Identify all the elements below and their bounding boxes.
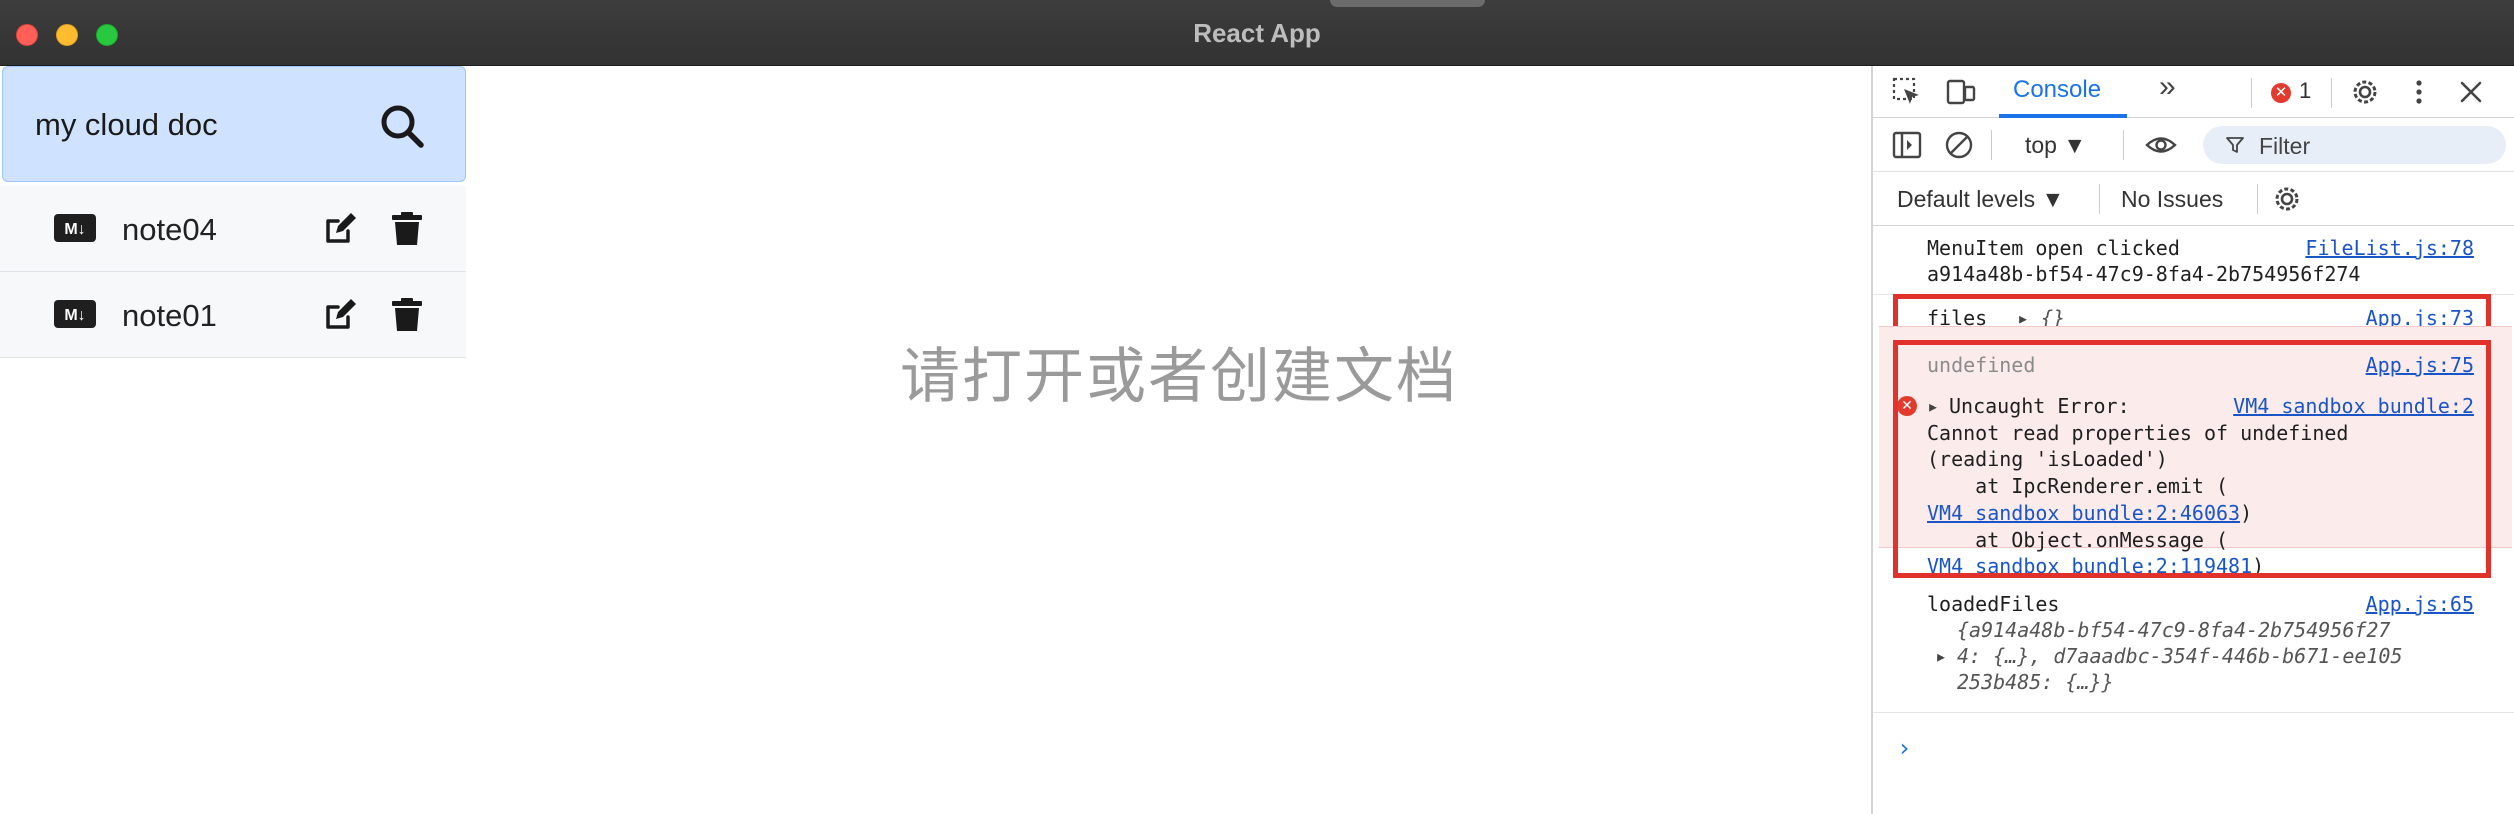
tab-console[interactable]: Console xyxy=(2013,76,2101,104)
log-text: MenuItem open clicked xyxy=(1927,236,2180,260)
empty-state-message: 请打开或者创建文档 xyxy=(900,342,1458,412)
filter-icon xyxy=(2226,137,2244,153)
svg-text:M↓: M↓ xyxy=(64,221,85,238)
message-divider xyxy=(1873,712,2514,713)
highlight-box xyxy=(1893,340,2491,578)
trash-icon[interactable] xyxy=(390,297,424,333)
markdown-icon: M↓ xyxy=(54,300,96,328)
log-text: a914a48b-bf54-47c9-8fa4-2b754956f274 xyxy=(1927,262,2361,286)
context-select[interactable]: top ▼ xyxy=(2025,132,2086,159)
log-value: 4: {…}, d7aaadbc-354f-446b-b671-ee105 xyxy=(1957,644,2403,668)
error-count[interactable]: 1 xyxy=(2299,78,2311,104)
toolbar-divider xyxy=(2331,78,2332,108)
source-link[interactable]: App.js:65 xyxy=(2366,592,2474,616)
file-name[interactable]: note04 xyxy=(122,212,217,248)
error-icon: ✕ xyxy=(2271,83,2291,103)
device-toolbar-icon[interactable] xyxy=(1945,76,1977,108)
close-icon[interactable] xyxy=(2455,76,2487,108)
sidebar-toggle-icon[interactable] xyxy=(1891,129,1923,161)
log-levels-select[interactable]: Default levels ▼ xyxy=(1897,186,2064,213)
file-name[interactable]: note01 xyxy=(122,298,217,334)
window-titlebar: React App xyxy=(0,0,2514,66)
clear-console-icon[interactable] xyxy=(1943,129,1975,161)
console-settings-bar: Default levels ▼ No Issues xyxy=(1873,172,2514,226)
file-list: M↓ note04 M↓ note01 xyxy=(0,186,466,358)
window-notch xyxy=(1330,0,1485,7)
edit-icon[interactable] xyxy=(322,297,358,333)
app-title: my cloud doc xyxy=(35,107,218,142)
trash-icon[interactable] xyxy=(390,211,424,247)
toolbar-divider xyxy=(2251,78,2252,108)
file-item[interactable]: M↓ note04 xyxy=(0,186,466,272)
search-icon[interactable] xyxy=(379,103,425,149)
log-text: loadedFiles xyxy=(1927,592,2060,616)
markdown-icon: M↓ xyxy=(54,214,96,242)
inspect-element-icon[interactable] xyxy=(1891,76,1923,108)
toolbar-divider xyxy=(1991,130,1992,160)
console-message: MenuItem open clicked FileList.js:78 a91… xyxy=(1873,236,2514,290)
console-settings-icon[interactable] xyxy=(2271,183,2303,215)
toolbar-divider xyxy=(2123,130,2124,160)
kebab-menu-icon[interactable] xyxy=(2403,76,2435,108)
app-pane: my cloud doc M↓ note04 M↓ note01 请打开或者创建… xyxy=(0,66,1871,814)
eye-icon[interactable] xyxy=(2145,129,2177,161)
filter-input[interactable]: Filter xyxy=(2203,126,2506,164)
console-toolbar: top ▼ Filter xyxy=(1873,118,2514,172)
more-tabs-button[interactable]: » xyxy=(2159,70,2176,104)
issues-button[interactable]: No Issues xyxy=(2121,186,2223,213)
devtools-panel: Console » ✕ 1 top ▼ Filter Default level… xyxy=(1871,66,2514,814)
file-item[interactable]: M↓ note01 xyxy=(0,272,466,358)
console-output: MenuItem open clicked FileList.js:78 a91… xyxy=(1873,226,2514,814)
search-bar: my cloud doc xyxy=(2,66,466,182)
window-title: React App xyxy=(1193,18,1321,48)
log-value: {a914a48b-bf54-47c9-8fa4-2b754956f27 xyxy=(1957,618,2391,642)
svg-text:M↓: M↓ xyxy=(64,307,85,324)
toolbar-divider xyxy=(2257,184,2258,214)
console-prompt[interactable]: › xyxy=(1897,734,1911,762)
filter-placeholder: Filter xyxy=(2259,133,2311,159)
toolbar-divider xyxy=(2099,184,2100,214)
edit-icon[interactable] xyxy=(322,211,358,247)
source-link[interactable]: FileList.js:78 xyxy=(2305,236,2474,260)
console-message: loadedFiles App.js:65 {a914a48b-bf54-47c… xyxy=(1873,592,2514,702)
gear-icon[interactable] xyxy=(2349,76,2381,108)
expand-triangle-icon[interactable]: ▸ xyxy=(1935,644,1947,668)
devtools-tabbar: Console » ✕ 1 xyxy=(1873,66,2514,118)
log-value: 253b485: {…}} xyxy=(1957,670,2114,694)
